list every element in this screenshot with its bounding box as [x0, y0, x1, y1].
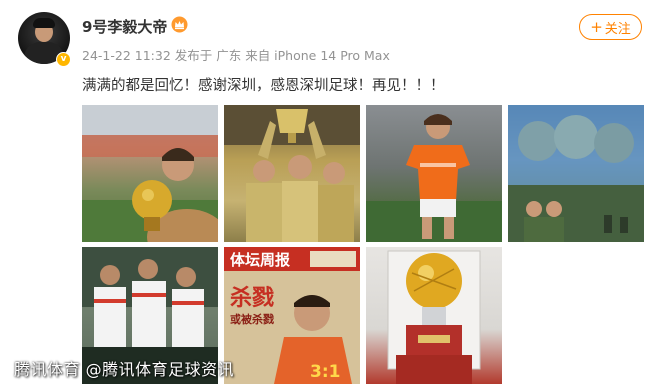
newspaper-subline: 或被杀戮 [230, 312, 274, 326]
photo-illustration: 体坛周报 杀戮 或被杀戮 3:1 [224, 247, 360, 384]
post-content: 满满的都是回忆！感谢深圳，感恩深圳足球！再见！！！ [82, 78, 445, 94]
crown-badge-icon [171, 16, 188, 33]
golden-ball-award-photo[interactable] [82, 105, 218, 242]
newspaper-score: 3:1 [310, 362, 340, 382]
photo-illustration [508, 105, 644, 242]
follow-label: 关注 [604, 21, 631, 37]
photo-illustration [387, 250, 481, 384]
avatar-hair [33, 18, 55, 28]
username[interactable]: 9号李毅大帝 [82, 16, 167, 37]
plus-icon: + [590, 17, 603, 36]
orange-jersey-player-photo[interactable] [366, 105, 502, 242]
post-meta: 24-1-22 11:32 发布于 广东 来自 iPhone 14 Pro Ma… [82, 48, 390, 63]
photo-illustration [82, 105, 218, 242]
newspaper-masthead: 体坛周报 [230, 251, 290, 269]
watermark-text: 腾讯体育 @腾讯体育足球资讯 [14, 360, 235, 379]
movie-poster-soldiers-photo[interactable] [508, 105, 644, 242]
trophy-celebration-photo[interactable] [224, 105, 360, 242]
newspaper-headline: 杀戮 [230, 285, 274, 311]
sports-newspaper-photo[interactable]: 体坛周报 杀戮 或被杀戮 3:1 [224, 247, 360, 384]
verified-badge-icon: v [56, 52, 71, 67]
follow-button[interactable]: + 关注 [579, 14, 642, 40]
photo-illustration [366, 114, 502, 242]
photo-illustration [224, 105, 360, 242]
golden-ball-trophy-photo[interactable] [366, 247, 502, 384]
